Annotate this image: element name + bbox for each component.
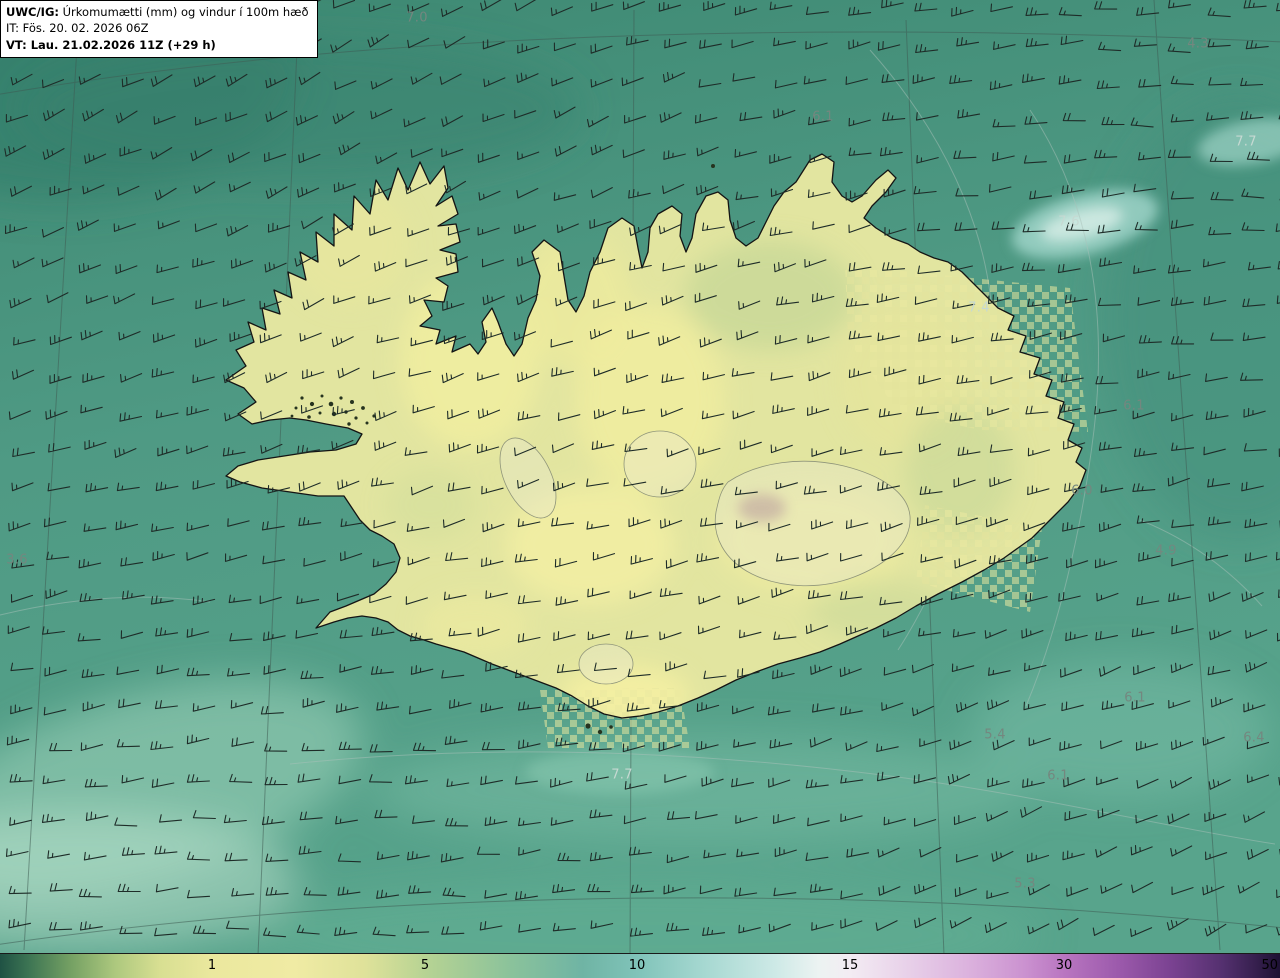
precipitation-colorbar: 1 5 10 15 30 50 xyxy=(0,953,1280,978)
map-title-box: UWC/IG: Úrkomumætti (mm) og vindur í 100… xyxy=(0,0,318,58)
title-line: UWC/IG: Úrkomumætti (mm) og vindur í 100… xyxy=(6,4,309,20)
colorbar-tick-label: 1 xyxy=(207,958,217,973)
colorbar-tick-label: 10 xyxy=(628,958,646,973)
weather-map-viewport: 7.0 4.3 6.1 7.7 7.6 7.4 6.1 6.0 4.9 3.6 6.1 5.4 6.4 7… xyxy=(0,0,1280,978)
valid-time-line: VT: Lau. 21.02.2026 11Z (+29 h) xyxy=(6,37,216,52)
colorbar-tick-label: 30 xyxy=(1055,958,1073,973)
map-title: Úrkomumætti (mm) og vindur í 100m hæð xyxy=(62,5,309,19)
source-label: UWC/IG: xyxy=(6,5,59,19)
colorbar-tick-label: 50 xyxy=(1261,958,1278,973)
colorbar-tick-label: 5 xyxy=(420,958,430,973)
map-canvas xyxy=(0,0,1280,978)
colorbar-tick-labels: 1 5 10 15 30 50 xyxy=(0,953,1280,978)
colorbar-tick-label: 15 xyxy=(841,958,859,973)
heavy-precip-core xyxy=(738,494,786,522)
init-time-line: IT: Fös. 20. 02. 2026 06Z xyxy=(6,21,149,36)
